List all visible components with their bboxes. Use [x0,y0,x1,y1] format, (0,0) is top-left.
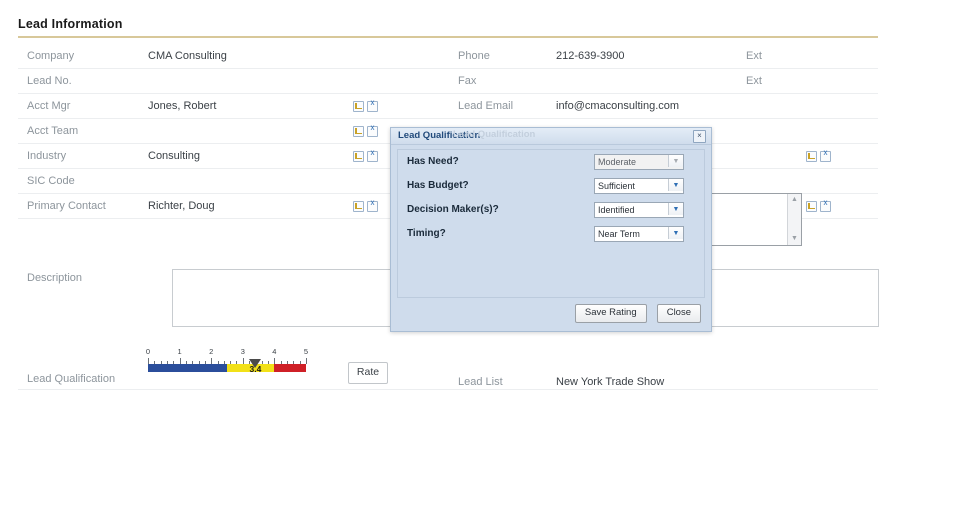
select-value: Near Term [598,228,640,240]
field-label: Company [27,44,74,68]
close-icon[interactable]: × [693,130,706,143]
form-row: Lead No. Fax Ext [18,69,878,94]
save-rating-button[interactable]: Save Rating [575,304,647,323]
question-label: Timing? [407,228,446,239]
question-label: Has Need? [407,156,459,167]
dialog-footer: Save Rating Close [568,304,701,323]
gauge-ticks [148,357,306,364]
dialog-close-button[interactable]: Close [657,304,701,323]
field-label: Acct Mgr [27,94,70,118]
delete-icon[interactable] [820,151,831,162]
gauge-tick-label: 1 [178,347,182,356]
ext-label: Ext [746,69,762,93]
description-label: Description [27,272,82,284]
gauge-segment [148,364,227,372]
note-icon[interactable] [353,101,364,112]
question-select[interactable]: Moderate ▼ [594,154,684,170]
field-label: Fax [458,69,476,93]
title-underline [18,36,878,38]
select-value: Sufficient [598,180,635,192]
note-icon[interactable] [353,201,364,212]
rate-button[interactable]: Rate [348,362,388,384]
gauge-tick-label: 5 [304,347,308,356]
chevron-down-icon[interactable]: ▼ [668,203,683,215]
scroll-up-icon[interactable]: ▲ [790,196,799,204]
form-row: Acct Mgr Jones, Robert Lead Email info@cmac… [18,94,878,119]
qualification-row: Has Budget? Sufficient ▼ [398,178,704,198]
field-value[interactable]: 212-639-3900 [556,44,625,68]
lead-qualification-label: Lead Qualification [27,373,115,385]
gauge-tick-label: 4 [272,347,276,356]
gauge-segment [274,364,306,372]
note-icon[interactable] [353,126,364,137]
field-value[interactable]: CMA Consulting [148,44,227,68]
chevron-down-icon[interactable]: ▼ [668,179,683,191]
lead-list-value: New York Trade Show [556,370,664,394]
question-select[interactable]: Near Term ▼ [594,226,684,242]
field-value[interactable]: Jones, Robert [148,94,216,118]
gauge-tick-label: 2 [209,347,213,356]
row-actions-left [353,194,381,218]
note-icon[interactable] [806,151,817,162]
delete-icon[interactable] [367,126,378,137]
qualification-row: Timing? Near Term ▼ [398,226,704,246]
lead-qualification-dialog: Lead Qualification Lead Qualification × … [390,127,712,332]
bottom-divider [18,389,878,390]
question-label: Has Budget? [407,180,469,191]
delete-icon[interactable] [367,201,378,212]
field-value[interactable]: info@cmaconsulting.com [556,94,679,118]
select-value: Identified [598,204,635,216]
gauge-tick-labels: 0 1 2 3 4 5 [148,347,306,357]
row-actions-right [806,194,834,218]
field-value[interactable]: Consulting [148,144,200,168]
row-actions-left [353,144,381,168]
gauge-tick-label: 0 [146,347,150,356]
field-label: SIC Code [27,169,75,193]
dialog-ghost-text: Lead Qualification [453,129,535,140]
qualification-row: Decision Maker(s)? Identified ▼ [398,202,704,222]
row-actions-right [806,144,834,168]
field-label: Acct Team [27,119,78,143]
field-label: Lead No. [27,69,72,93]
gauge-bar [148,364,306,372]
field-label: Industry [27,144,66,168]
scroll-down-icon[interactable]: ▼ [790,235,799,243]
question-select[interactable]: Sufficient ▼ [594,178,684,194]
row-actions-left [353,119,381,143]
field-label: Phone [458,44,490,68]
chevron-down-icon[interactable]: ▼ [668,227,683,239]
qualification-row: Has Need? Moderate ▼ [398,154,704,174]
chevron-down-icon[interactable]: ▼ [668,155,683,167]
field-label: Lead Email [458,94,513,118]
gauge-tick [306,358,307,364]
form-row: Company CMA Consulting Phone 212-639-3900 Ex… [18,44,878,69]
select-value: Moderate [598,156,636,168]
question-label: Decision Maker(s)? [407,204,499,215]
field-label: Primary Contact [27,194,106,218]
textarea-scrollbar[interactable]: ▲ ▼ [787,194,801,245]
ext-label: Ext [746,44,762,68]
page-title: Lead Information [18,17,123,31]
lead-list-label: Lead List [458,370,503,394]
dialog-title-bar[interactable]: Lead Qualification Lead Qualification × [391,128,711,145]
note-icon[interactable] [353,151,364,162]
dialog-body: Has Need? Moderate ▼ Has Budget? Sufficient ▼… [397,149,705,298]
delete-icon[interactable] [367,101,378,112]
page-root: Lead Information Company CMA Consulting Ph… [0,0,960,507]
field-value[interactable]: Richter, Doug [148,194,215,218]
note-icon[interactable] [806,201,817,212]
delete-icon[interactable] [820,201,831,212]
gauge-tick-label: 3 [241,347,245,356]
question-select[interactable]: Identified ▼ [594,202,684,218]
lead-qualification-gauge: 0 1 2 3 4 5 3.4 [148,347,306,372]
gauge-value: 3.4 [250,364,262,374]
row-actions-left [353,94,381,118]
delete-icon[interactable] [367,151,378,162]
